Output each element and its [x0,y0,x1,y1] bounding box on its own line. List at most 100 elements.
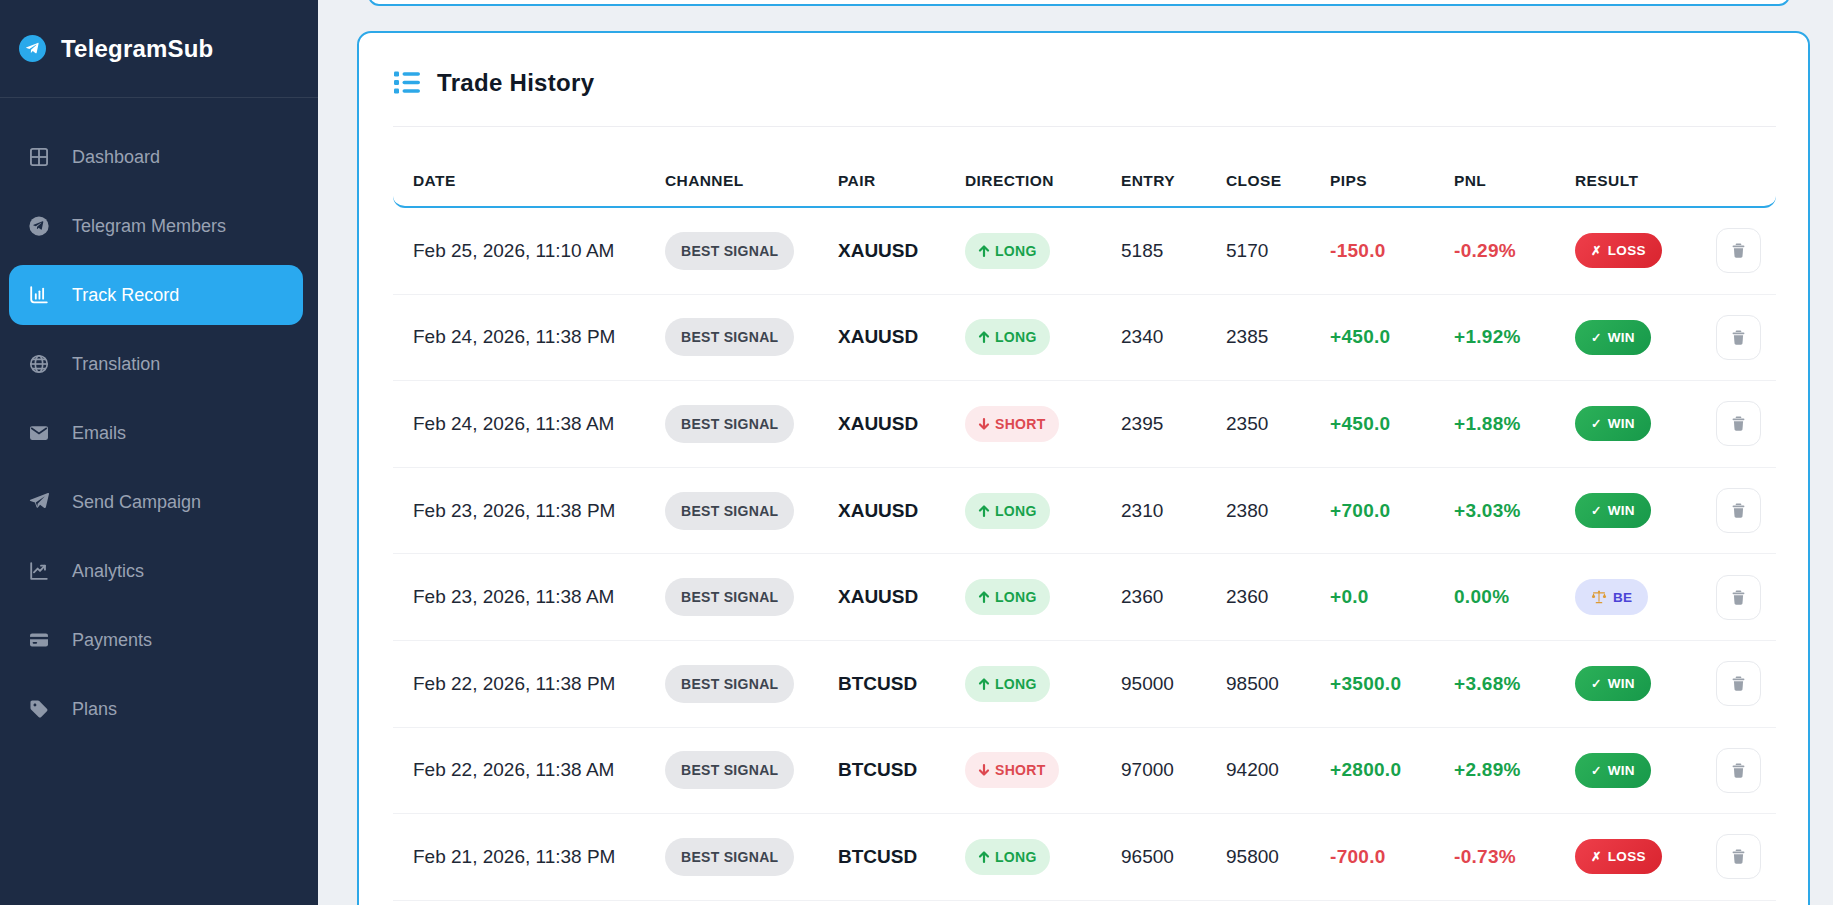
channel-badge: BEST SIGNAL [665,405,794,443]
channel-badge: BEST SIGNAL [665,751,794,789]
delete-trade-button[interactable] [1716,661,1761,706]
sidebar-item-label: Plans [72,699,117,720]
pnl-value: +3.68% [1434,673,1555,695]
delete-trade-button[interactable] [1716,834,1761,879]
table-body: Feb 25, 2026, 11:10 AM BEST SIGNAL XAUUS… [393,208,1776,901]
delete-trade-button[interactable] [1716,228,1761,273]
sidebar-item-label: Emails [72,423,126,444]
table-row: Feb 23, 2026, 11:38 AM BEST SIGNAL XAUUS… [393,554,1776,641]
sidebar-item-label: Payments [72,630,152,651]
delete-trade-button[interactable] [1716,315,1761,360]
sidebar-item-plans[interactable]: Plans [9,679,303,739]
bar-chart-icon [28,284,50,306]
trade-date: Feb 24, 2026, 11:38 PM [393,326,645,348]
pnl-value: +1.88% [1434,413,1555,435]
pips-value: +0.0 [1310,586,1434,608]
close-value: 2350 [1206,413,1310,435]
entry-value: 5185 [1101,240,1206,262]
trade-date: Feb 22, 2026, 11:38 PM [393,673,645,695]
close-value: 95800 [1206,846,1310,868]
telegram-icon [28,215,50,237]
column-header-entry: ENTRY [1101,172,1206,206]
table-row: Feb 22, 2026, 11:38 AM BEST SIGNAL BTCUS… [393,728,1776,815]
table-row: Feb 24, 2026, 11:38 PM BEST SIGNAL XAUUS… [393,295,1776,382]
result-icon: ✓ [1591,416,1602,431]
trade-pair: BTCUSD [818,673,945,695]
trade-pair: XAUUSD [818,413,945,435]
sidebar-nav: Dashboard Telegram Members Track Record Tra… [0,98,318,739]
channel-badge: BEST SIGNAL [665,492,794,530]
trade-date: Feb 23, 2026, 11:38 PM [393,500,645,522]
column-header-pnl: PNL [1434,172,1555,206]
column-header-pips: PIPS [1310,172,1434,206]
channel-badge: BEST SIGNAL [665,838,794,876]
delete-trade-button[interactable] [1716,401,1761,446]
trade-date: Feb 23, 2026, 11:38 AM [393,586,645,608]
brand-name: TelegramSub [61,35,213,63]
pnl-value: +3.03% [1434,500,1555,522]
table-row: Feb 21, 2026, 11:38 PM BEST SIGNAL BTCUS… [393,814,1776,901]
delete-trade-button[interactable] [1716,488,1761,533]
column-header-close: CLOSE [1206,172,1310,206]
sidebar-item-emails[interactable]: Emails [9,403,303,463]
entry-value: 2395 [1101,413,1206,435]
trade-pair: XAUUSD [818,240,945,262]
result-icon [1591,589,1607,605]
sidebar-item-analytics[interactable]: Analytics [9,541,303,601]
table-row: Feb 22, 2026, 11:38 PM BEST SIGNAL BTCUS… [393,641,1776,728]
previous-card-edge [368,0,1790,6]
close-value: 98500 [1206,673,1310,695]
direction-arrow-icon [978,763,990,777]
close-value: 94200 [1206,759,1310,781]
result-icon: ✓ [1591,763,1602,778]
result-badge: ✓WIN [1575,406,1651,441]
column-header-date: DATE [393,172,645,206]
entry-value: 95000 [1101,673,1206,695]
sidebar-item-label: Track Record [72,285,179,306]
trade-pair: BTCUSD [818,846,945,868]
sidebar-item-dashboard[interactable]: Dashboard [9,127,303,187]
trade-history-card: Trade History DATECHANNELPAIRDIRECTIONEN… [357,31,1810,905]
direction-badge: SHORT [965,752,1059,788]
pnl-value: -0.73% [1434,846,1555,868]
sidebar-item-telegram-members[interactable]: Telegram Members [9,196,303,256]
close-value: 2380 [1206,500,1310,522]
result-badge: ✓WIN [1575,666,1651,701]
sidebar-item-track-record[interactable]: Track Record [9,265,303,325]
card-header: Trade History [393,33,1776,127]
result-badge: ✓WIN [1575,493,1651,528]
channel-badge: BEST SIGNAL [665,232,794,270]
entry-value: 2340 [1101,326,1206,348]
tag-icon [28,698,50,720]
pips-value: +2800.0 [1310,759,1434,781]
sidebar-item-label: Send Campaign [72,492,201,513]
column-header-direction: DIRECTION [945,172,1101,206]
pnl-value: +1.92% [1434,326,1555,348]
pips-value: -700.0 [1310,846,1434,868]
entry-value: 2310 [1101,500,1206,522]
sidebar-item-translation[interactable]: Translation [9,334,303,394]
direction-arrow-icon [978,504,990,518]
result-icon: ✓ [1591,330,1602,345]
sidebar-item-payments[interactable]: Payments [9,610,303,670]
entry-value: 2360 [1101,586,1206,608]
table-row: Feb 25, 2026, 11:10 AM BEST SIGNAL XAUUS… [393,208,1776,295]
delete-trade-button[interactable] [1716,748,1761,793]
delete-trade-button[interactable] [1716,575,1761,620]
trade-pair: BTCUSD [818,759,945,781]
pnl-value: -0.29% [1434,240,1555,262]
column-header-pair: PAIR [818,172,945,206]
direction-arrow-icon [978,330,990,344]
column-header-channel: CHANNEL [645,172,818,206]
table-row: Feb 24, 2026, 11:38 AM BEST SIGNAL XAUUS… [393,381,1776,468]
pips-value: +3500.0 [1310,673,1434,695]
result-badge: ✓WIN [1575,320,1651,355]
result-icon: ✓ [1591,676,1602,691]
close-value: 2385 [1206,326,1310,348]
direction-badge: LONG [965,233,1050,269]
sidebar-item-send-campaign[interactable]: Send Campaign [9,472,303,532]
channel-badge: BEST SIGNAL [665,318,794,356]
pips-value: -150.0 [1310,240,1434,262]
direction-arrow-icon [978,590,990,604]
direction-badge: SHORT [965,406,1059,442]
